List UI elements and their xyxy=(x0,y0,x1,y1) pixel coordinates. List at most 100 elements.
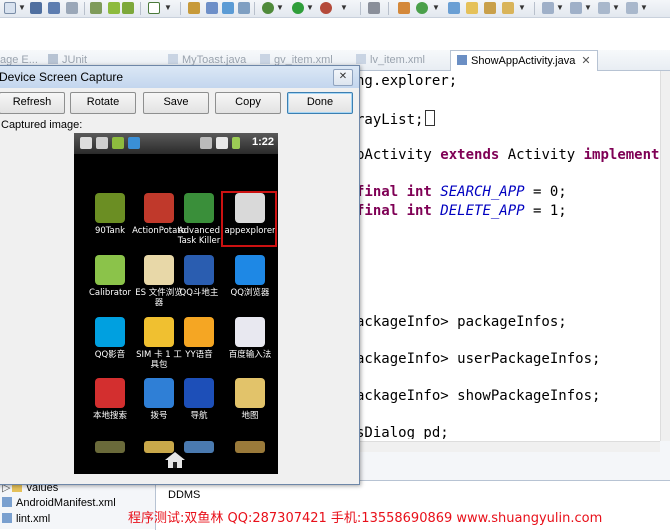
next-annotation-icon[interactable] xyxy=(542,2,554,14)
print-icon[interactable] xyxy=(66,2,78,14)
app-icon xyxy=(184,193,214,223)
folder-icon[interactable] xyxy=(466,2,478,14)
back-icon[interactable] xyxy=(598,2,610,14)
signal-icon xyxy=(216,137,228,149)
external-run-icon[interactable] xyxy=(320,2,332,14)
toolbar-separator xyxy=(388,2,389,15)
chevron-down-icon[interactable]: ▼ xyxy=(18,3,26,12)
build-icon[interactable] xyxy=(188,2,200,14)
code-line: rayList; xyxy=(356,110,436,128)
app-qq-doudizhu: QQ斗地主 xyxy=(172,255,226,298)
chevron-down-icon[interactable]: ▼ xyxy=(612,3,620,12)
tree-item-androidmanifest[interactable]: AndroidManifest.xml xyxy=(2,497,116,509)
app-qq-browser: QQ浏览器 xyxy=(223,255,277,298)
app-label: Calibrator xyxy=(89,288,131,298)
code-line: ackageInfo> packageInfos; xyxy=(356,314,567,330)
layout-icon[interactable] xyxy=(206,2,218,14)
app-icon xyxy=(144,317,174,347)
skip-breakpoints-icon[interactable] xyxy=(368,2,380,14)
forward-icon[interactable] xyxy=(626,2,638,14)
xml-file-icon xyxy=(356,54,366,64)
chevron-down-icon[interactable]: ▼ xyxy=(518,3,526,12)
android-sdk-icon[interactable] xyxy=(108,2,120,14)
app-label: Advanced Task Killer xyxy=(177,226,221,246)
app-qq-player: QQ影音 xyxy=(83,317,137,360)
ddms-label: DDMS xyxy=(168,489,201,501)
chevron-down-icon[interactable]: ▼ xyxy=(432,3,440,12)
captured-image-label: Captured image: xyxy=(1,119,83,131)
app-label: QQ影音 xyxy=(94,350,126,360)
app-navigation: 导航 xyxy=(172,378,226,421)
app-label: 地图 xyxy=(241,411,259,421)
refresh-button[interactable]: Refresh xyxy=(0,92,65,114)
tab-label: ShowAppActivity.java xyxy=(471,55,576,67)
phone-status-bar: 1:22 xyxy=(74,133,278,154)
new-icon[interactable] xyxy=(4,2,16,14)
toolbar-separator xyxy=(84,2,85,15)
selection-highlight xyxy=(221,191,277,247)
external-tools-icon[interactable] xyxy=(90,2,102,14)
app-label: 90Tank xyxy=(94,226,126,236)
chevron-down-icon[interactable]: ▼ xyxy=(340,3,348,12)
app-label: 百度输入法 xyxy=(228,350,272,360)
chevron-down-icon[interactable]: ▼ xyxy=(164,3,172,12)
code-line: final int SEARCH_APP = 0; xyxy=(356,184,567,200)
run-icon[interactable] xyxy=(292,2,304,14)
app-label: QQ浏览器 xyxy=(230,288,270,298)
prev-annotation-icon[interactable] xyxy=(570,2,582,14)
refresh-icon[interactable] xyxy=(416,2,428,14)
xml-file-icon xyxy=(2,497,12,507)
vertical-scrollbar[interactable] xyxy=(660,71,670,441)
horizontal-scrollbar[interactable] xyxy=(358,441,660,452)
app-baidu-input: 百度输入法 xyxy=(223,317,277,360)
chevron-down-icon[interactable]: ▼ xyxy=(584,3,592,12)
app-advanced-task-killer: Advanced Task Killer xyxy=(172,193,226,246)
tree-label: AndroidManifest.xml xyxy=(16,497,116,509)
tree-label: lint.xml xyxy=(16,513,51,525)
save-button[interactable]: Save xyxy=(143,92,209,114)
chevron-down-icon[interactable]: ▼ xyxy=(640,3,648,12)
tab-showappactivity[interactable]: ShowAppActivity.java ✕ xyxy=(450,50,598,71)
watermark-text: 程序测试:双鱼林 QQ:287307421 手机:13558690869 www… xyxy=(128,511,603,526)
notification-icon xyxy=(80,137,92,149)
pencil-icon[interactable] xyxy=(502,2,514,14)
chevron-down-icon[interactable]: ▼ xyxy=(556,3,564,12)
close-button[interactable]: ✕ xyxy=(333,69,353,86)
save-icon[interactable] xyxy=(30,2,42,14)
toolbar-separator xyxy=(140,2,141,15)
checkbox-icon[interactable] xyxy=(148,2,160,14)
tab-lv-item[interactable]: lv_item.xml xyxy=(356,50,425,70)
save-all-icon[interactable] xyxy=(48,2,60,14)
rotate-button[interactable]: Rotate xyxy=(70,92,136,114)
open-task-icon[interactable] xyxy=(448,2,460,14)
code-line: ng.explorer; xyxy=(356,73,458,89)
app-icon-partial xyxy=(95,441,125,453)
app-label: YY语音 xyxy=(185,350,213,360)
app-icon xyxy=(95,317,125,347)
chevron-down-icon[interactable]: ▼ xyxy=(306,3,314,12)
toolbar-separator xyxy=(180,2,181,15)
app-icon xyxy=(144,193,174,223)
home-icon xyxy=(165,452,185,468)
lint-icon[interactable] xyxy=(222,2,234,14)
xml-file-icon xyxy=(260,54,270,64)
tree-item-lint[interactable]: lint.xml xyxy=(2,513,50,525)
dialog-title-bar[interactable]: Device Screen Capture ✕ xyxy=(0,66,359,88)
app-icon xyxy=(144,378,174,408)
open-type-icon[interactable] xyxy=(398,2,410,14)
emulator-icon[interactable] xyxy=(238,2,250,14)
sync-icon xyxy=(96,137,108,149)
junit-icon xyxy=(48,54,58,64)
copy-button[interactable]: Copy xyxy=(215,92,281,114)
app-icon xyxy=(184,317,214,347)
chevron-down-icon[interactable]: ▼ xyxy=(276,3,284,12)
app-label: 导航 xyxy=(190,411,208,421)
search-icon[interactable] xyxy=(484,2,496,14)
close-icon[interactable]: ✕ xyxy=(581,55,590,67)
app-calibrator: Calibrator xyxy=(83,255,137,298)
toolbar-separator xyxy=(534,2,535,15)
avd-manager-icon[interactable] xyxy=(122,2,134,14)
debug-icon[interactable] xyxy=(262,2,274,14)
done-button[interactable]: Done xyxy=(287,92,353,114)
wifi-icon xyxy=(200,137,212,149)
